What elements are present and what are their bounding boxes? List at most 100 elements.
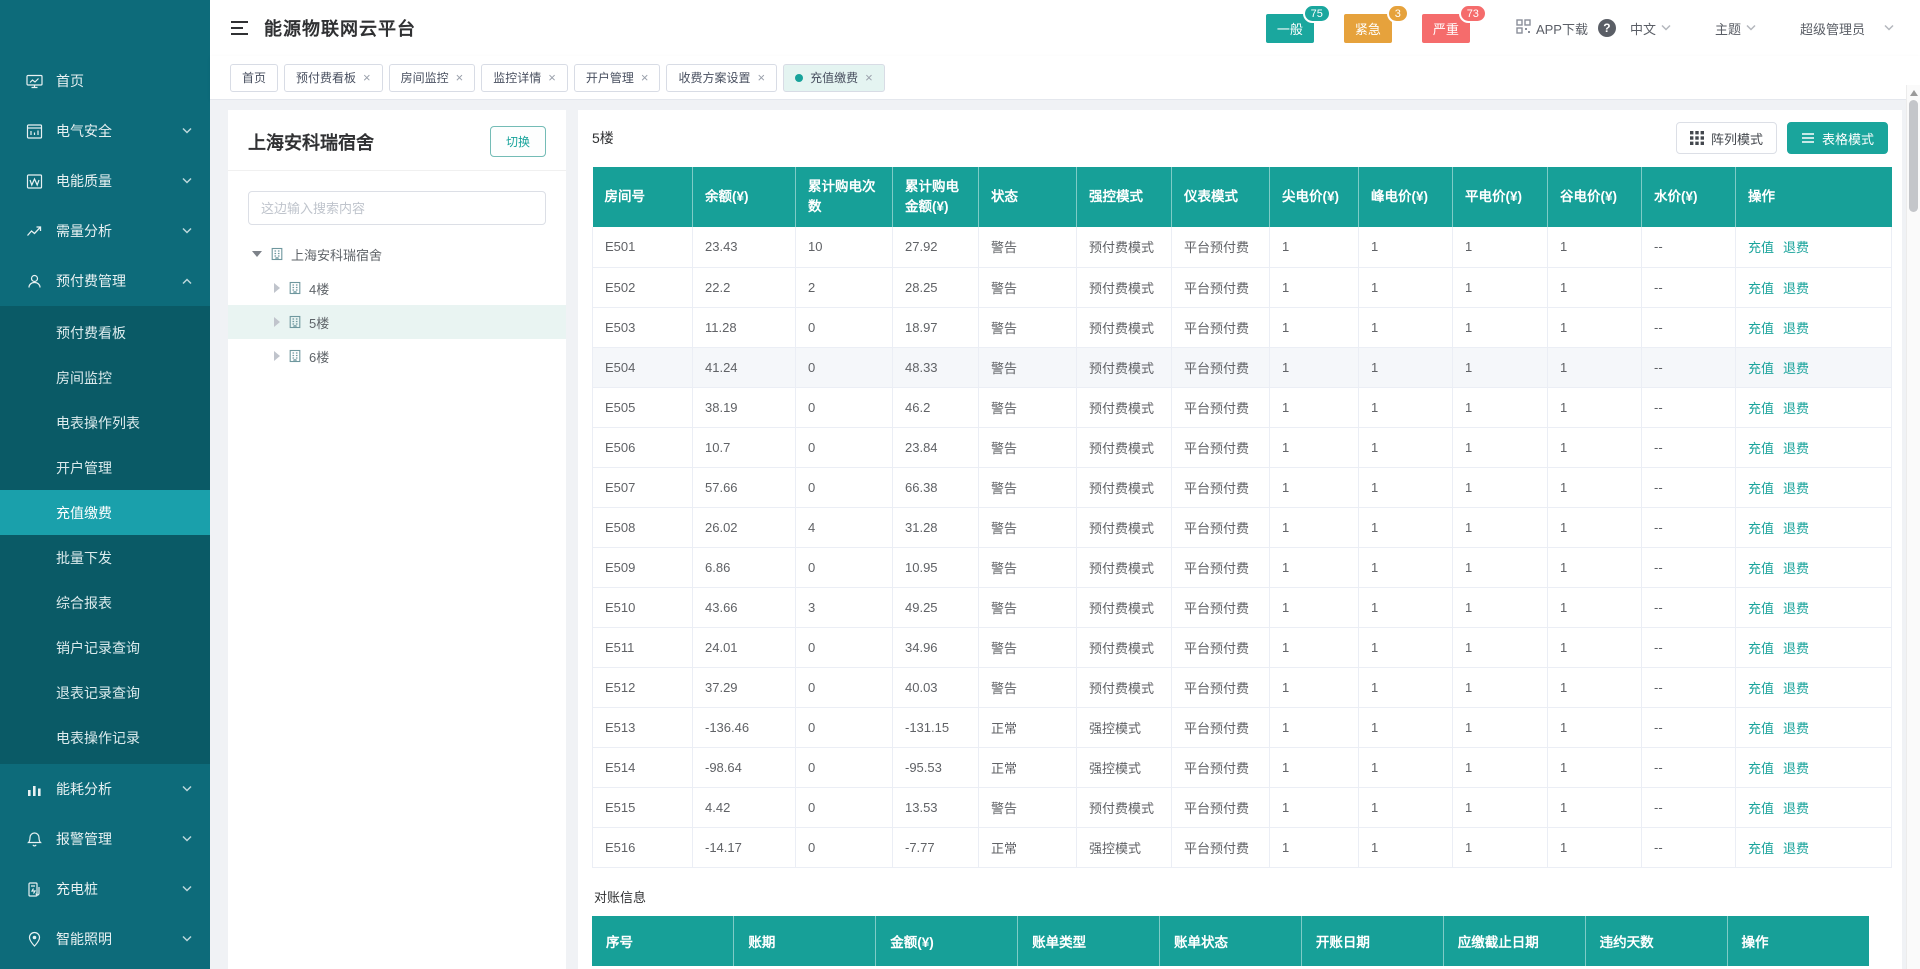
tree-node-floor-2[interactable]: 6楼	[228, 339, 566, 373]
refund-link[interactable]: 退费	[1783, 481, 1809, 496]
sidebar-subitem-9[interactable]: 电表操作记录	[0, 715, 210, 760]
sidebar-item-1[interactable]: 电气安全	[0, 106, 210, 156]
sidebar-subitem-1[interactable]: 房间监控	[0, 355, 210, 400]
caret-right-icon[interactable]	[274, 351, 280, 361]
page-scrollbar[interactable]	[1906, 85, 1920, 969]
room-cell: --	[1642, 467, 1736, 507]
tree-search-input[interactable]	[248, 191, 546, 225]
tab-label: 首页	[242, 69, 266, 86]
sidebar-item-8[interactable]: 智能照明	[0, 914, 210, 964]
recharge-link[interactable]: 充值	[1748, 281, 1774, 296]
tab-close-icon[interactable]: ×	[456, 71, 464, 84]
scrollbar-thumb[interactable]	[1909, 100, 1918, 212]
refund-link[interactable]: 退费	[1783, 521, 1809, 536]
sidebar-subitem-5[interactable]: 批量下发	[0, 535, 210, 580]
recharge-link[interactable]: 充值	[1748, 761, 1774, 776]
tree-node-floor-0[interactable]: 4楼	[228, 271, 566, 305]
caret-right-icon[interactable]	[274, 317, 280, 327]
room-cell: E514	[593, 747, 693, 787]
tab-4[interactable]: 开户管理×	[574, 64, 661, 92]
tab-close-icon[interactable]: ×	[363, 71, 371, 84]
tab-1[interactable]: 预付费看板×	[284, 64, 383, 92]
refund-link[interactable]: 退费	[1783, 401, 1809, 416]
app-download-link[interactable]: APP下载	[1516, 19, 1588, 38]
tab-5[interactable]: 收费方案设置×	[666, 64, 777, 92]
scrollbar-up-arrow-icon[interactable]	[1910, 90, 1918, 96]
recharge-link[interactable]: 充值	[1748, 361, 1774, 376]
menu-collapse-icon[interactable]	[230, 20, 249, 36]
room-cell: 警告	[979, 467, 1077, 507]
refund-link[interactable]: 退费	[1783, 761, 1809, 776]
sidebar-subitem-8[interactable]: 退表记录查询	[0, 670, 210, 715]
recharge-link[interactable]: 充值	[1748, 681, 1774, 696]
room-cell: 1	[1359, 667, 1453, 707]
sidebar-item-3[interactable]: 需量分析	[0, 206, 210, 256]
tab-close-icon[interactable]: ×	[757, 71, 765, 84]
tab-close-icon[interactable]: ×	[641, 71, 649, 84]
recharge-link[interactable]: 充值	[1748, 641, 1774, 656]
refund-link[interactable]: 退费	[1783, 240, 1809, 255]
recharge-link[interactable]: 充值	[1748, 401, 1774, 416]
tab-6[interactable]: 充值缴费×	[783, 64, 885, 92]
sidebar-subitem-4[interactable]: 充值缴费	[0, 490, 210, 535]
room-cell: 28.25	[893, 267, 979, 307]
refund-link[interactable]: 退费	[1783, 721, 1809, 736]
alarm-badge-2[interactable]: 严重73	[1422, 14, 1470, 43]
recharge-link[interactable]: 充值	[1748, 601, 1774, 616]
refund-link[interactable]: 退费	[1783, 601, 1809, 616]
recharge-link[interactable]: 充值	[1748, 321, 1774, 336]
tab-0[interactable]: 首页	[230, 64, 278, 92]
tab-close-icon[interactable]: ×	[548, 71, 556, 84]
refund-link[interactable]: 退费	[1783, 441, 1809, 456]
sidebar-subitem-2[interactable]: 电表操作列表	[0, 400, 210, 445]
refund-link[interactable]: 退费	[1783, 801, 1809, 816]
alarm-badge-0[interactable]: 一般75	[1266, 14, 1314, 43]
user-menu[interactable]: 超级管理员	[1800, 19, 1894, 38]
refund-link[interactable]: 退费	[1783, 841, 1809, 856]
sidebar-item-0[interactable]: 首页	[0, 56, 210, 106]
caret-down-icon[interactable]	[252, 251, 262, 257]
sidebar-subitem-6[interactable]: 综合报表	[0, 580, 210, 625]
recharge-link[interactable]: 充值	[1748, 841, 1774, 856]
refund-link[interactable]: 退费	[1783, 281, 1809, 296]
sidebar-item-4[interactable]: 预付费管理	[0, 256, 210, 306]
tree-root-node[interactable]: 上海安科瑞宿舍	[228, 237, 566, 271]
sidebar-subitem-7[interactable]: 销户记录查询	[0, 625, 210, 670]
recharge-link[interactable]: 充值	[1748, 441, 1774, 456]
recharge-link[interactable]: 充值	[1748, 801, 1774, 816]
reconciliation-column-header: 序号	[592, 916, 734, 966]
refund-link[interactable]: 退费	[1783, 361, 1809, 376]
sidebar-subitem-0[interactable]: 预付费看板	[0, 310, 210, 355]
sidebar-item-7[interactable]: 充电桩	[0, 864, 210, 914]
recharge-link[interactable]: 充值	[1748, 561, 1774, 576]
sidebar-item-5[interactable]: 能耗分析	[0, 764, 210, 814]
recharge-link[interactable]: 充值	[1748, 481, 1774, 496]
tree-node-floor-1[interactable]: 5楼	[228, 305, 566, 339]
tab-3[interactable]: 监控详情×	[481, 64, 568, 92]
room-cell: 1	[1453, 587, 1548, 627]
recharge-link[interactable]: 充值	[1748, 240, 1774, 255]
tab-2[interactable]: 房间监控×	[389, 64, 476, 92]
room-cell: 警告	[979, 507, 1077, 547]
grid-mode-button[interactable]: 阵列模式	[1676, 122, 1777, 154]
caret-right-icon[interactable]	[274, 283, 280, 293]
sidebar-item-6[interactable]: 报警管理	[0, 814, 210, 864]
theme-selector[interactable]: 主题	[1715, 19, 1756, 38]
topbar: 能源物联网云平台 一般75紧急3严重73 APP下载 ? 中文 主题 超级	[210, 0, 1920, 56]
refund-link[interactable]: 退费	[1783, 561, 1809, 576]
refund-link[interactable]: 退费	[1783, 681, 1809, 696]
tab-close-icon[interactable]: ×	[865, 71, 873, 84]
refund-link[interactable]: 退费	[1783, 641, 1809, 656]
recharge-link[interactable]: 充值	[1748, 721, 1774, 736]
language-selector[interactable]: 中文	[1630, 19, 1671, 38]
switch-building-button[interactable]: 切换	[490, 126, 546, 157]
room-cell: 1	[1270, 507, 1359, 547]
help-button[interactable]: ?	[1598, 19, 1616, 37]
refund-link[interactable]: 退费	[1783, 321, 1809, 336]
room-cell: 1	[1270, 707, 1359, 747]
sidebar-item-2[interactable]: 电能质量	[0, 156, 210, 206]
recharge-link[interactable]: 充值	[1748, 521, 1774, 536]
alarm-badge-1[interactable]: 紧急3	[1344, 14, 1392, 43]
sidebar-subitem-3[interactable]: 开户管理	[0, 445, 210, 490]
table-mode-button[interactable]: 表格模式	[1787, 122, 1888, 154]
